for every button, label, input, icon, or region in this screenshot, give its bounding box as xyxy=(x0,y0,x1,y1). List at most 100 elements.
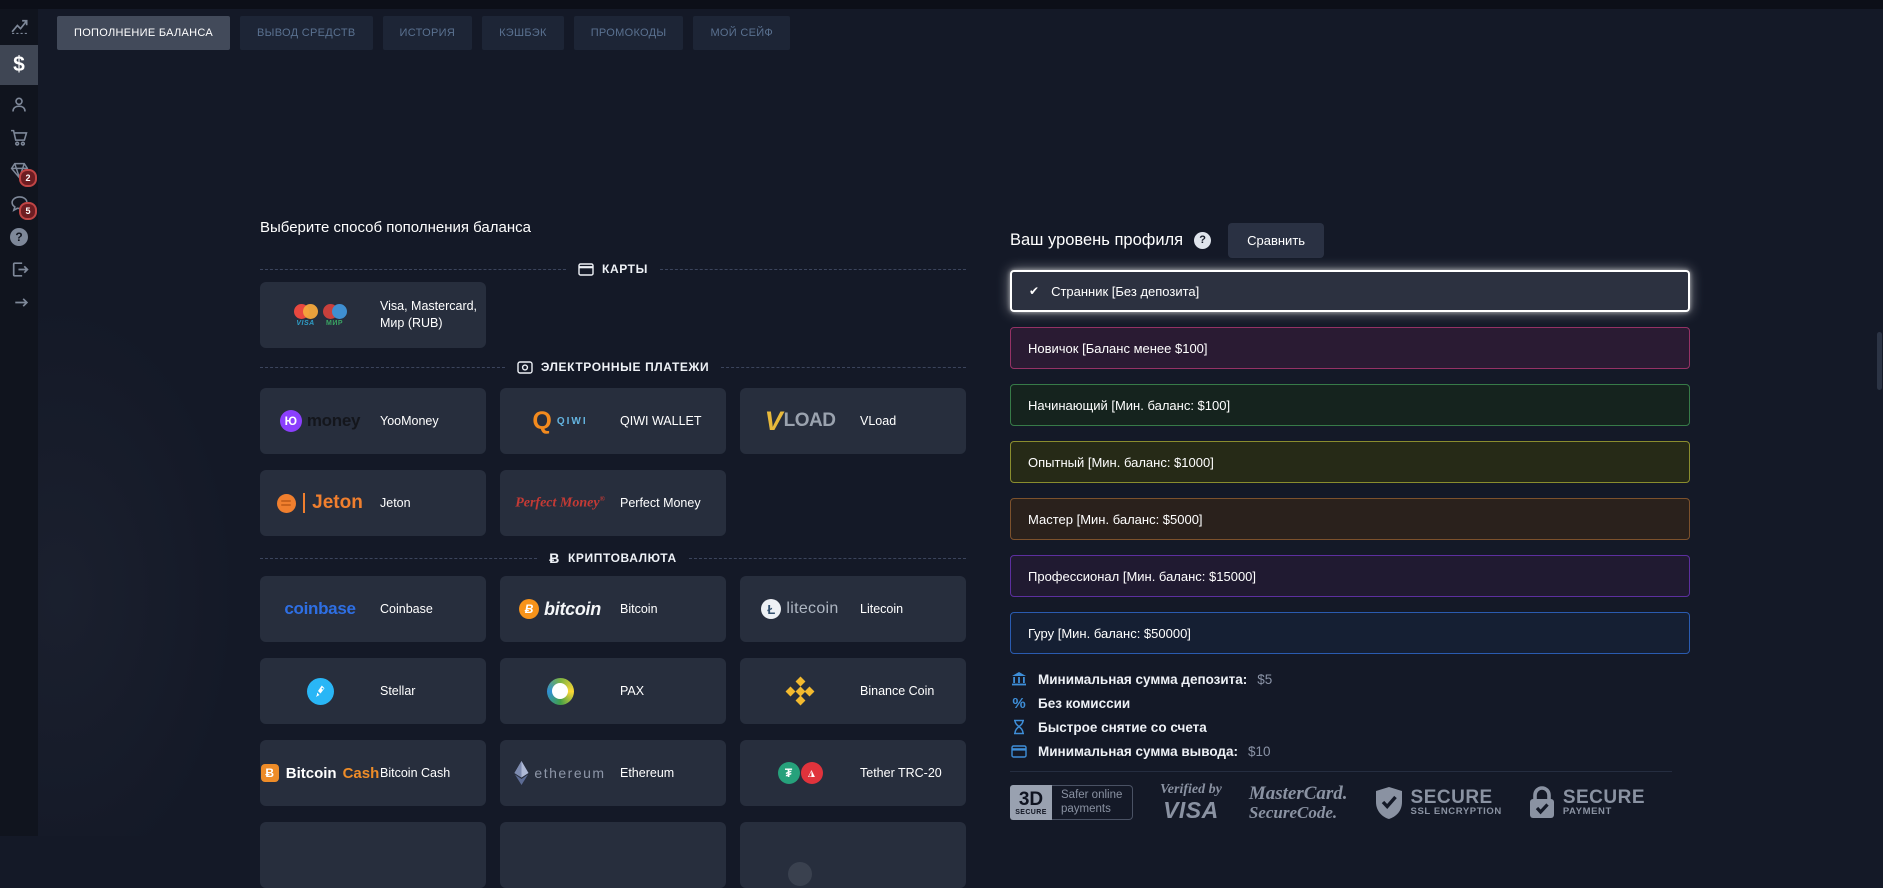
person-icon xyxy=(10,96,28,114)
top-strip xyxy=(0,0,1883,9)
sidebar-item-shop[interactable] xyxy=(0,121,38,154)
sidebar-item-profile[interactable] xyxy=(0,88,38,121)
payment-tile-partial[interactable] xyxy=(500,822,726,888)
info-value: $10 xyxy=(1248,744,1271,759)
badge-verified-by-visa: Verified by VISA xyxy=(1160,783,1222,822)
jeton-logo: Jeton xyxy=(260,492,380,514)
arrow-right-icon xyxy=(10,293,29,312)
info-text: Без комиссии xyxy=(1038,696,1130,711)
tab-cashback[interactable]: КЭШБЭК xyxy=(482,16,564,50)
sidebar-item-bonuses[interactable]: 2 xyxy=(0,154,38,187)
badge-text: SECURE xyxy=(1411,788,1502,808)
profile-level-header: Ваш уровень профиля ? Сравнить xyxy=(1010,222,1324,258)
tab-withdraw[interactable]: ВЫВОД СРЕДСТВ xyxy=(240,16,372,50)
payment-tile-stellar[interactable]: Stellar xyxy=(260,658,486,724)
shield-icon xyxy=(1375,786,1403,820)
perfect-money-logo: Perfect Money® xyxy=(500,495,620,512)
divider-dashes xyxy=(660,269,966,270)
payment-tile-perfect-money[interactable]: Perfect Money® Perfect Money xyxy=(500,470,726,536)
ethereum-logo: ethereum xyxy=(500,761,620,785)
wallet-icon xyxy=(517,361,533,374)
divider-dashes xyxy=(260,558,537,559)
dollar-icon: $ xyxy=(13,53,25,77)
badge-3d-secure: 3D SECURE Safer online payments xyxy=(1010,785,1133,820)
cart-icon xyxy=(10,128,29,147)
section-header-crypto: Ƀ КРИПТОВАЛЮТА xyxy=(260,550,966,566)
section-title-cards: КАРТЫ xyxy=(602,262,648,276)
level-item-strannik[interactable]: ✔ Странник [Без депозита] xyxy=(1010,270,1690,312)
sidebar-item-stats[interactable] xyxy=(0,9,38,42)
qiwi-logo: Q QIWI xyxy=(500,409,620,434)
level-item-professional[interactable]: Профессионал [Мин. баланс: $15000] xyxy=(1010,555,1690,597)
badge-text: MasterCard. xyxy=(1249,784,1348,804)
section-title-electronic: ЭЛЕКТРОННЫЕ ПЛАТЕЖИ xyxy=(541,360,709,374)
info-text: Быстрое снятие со счета xyxy=(1038,720,1207,735)
sidebar-item-collapse[interactable] xyxy=(0,286,38,319)
sidebar-item-logout[interactable] xyxy=(0,253,38,286)
info-row-fast-withdraw: Быстрое снятие со счета xyxy=(1010,715,1690,739)
level-item-master[interactable]: Мастер [Мин. баланс: $5000] xyxy=(1010,498,1690,540)
tab-deposit[interactable]: ПОПОЛНЕНИЕ БАЛАНСА xyxy=(57,16,230,50)
payment-label: Bitcoin xyxy=(620,601,726,618)
tab-history[interactable]: ИСТОРИЯ xyxy=(383,16,473,50)
payment-label: Jeton xyxy=(380,495,486,512)
chart-icon xyxy=(10,16,29,35)
payment-tile-partial[interactable] xyxy=(260,822,486,888)
section-header-cards: КАРТЫ xyxy=(260,262,966,276)
profile-level-title: Ваш уровень профиля xyxy=(1010,231,1183,250)
level-label: Профессионал [Мин. баланс: $15000] xyxy=(1028,569,1256,584)
tab-promocodes[interactable]: ПРОМОКОДЫ xyxy=(574,16,684,50)
payment-tile-qiwi[interactable]: Q QIWI QIWI WALLET xyxy=(500,388,726,454)
bonuses-badge: 2 xyxy=(19,169,37,187)
section-header-electronic: ЭЛЕКТРОННЫЕ ПЛАТЕЖИ xyxy=(260,360,966,374)
payment-tile-coinbase[interactable]: coinbase Coinbase xyxy=(260,576,486,642)
help-icon[interactable]: ? xyxy=(1194,232,1211,249)
ethereum-diamond-icon xyxy=(514,761,529,785)
divider-dashes xyxy=(260,269,566,270)
tether-tron-logo: ₮ ◮ xyxy=(740,762,860,784)
info-row-no-fee: % Без комиссии xyxy=(1010,691,1690,715)
payment-tile-yoomoney[interactable]: Ю money YooMoney xyxy=(260,388,486,454)
payment-tile-binance[interactable]: Binance Coin xyxy=(740,658,966,724)
sidebar-item-help[interactable]: ? xyxy=(0,220,38,253)
payment-tile-partial[interactable] xyxy=(740,822,966,888)
compare-button[interactable]: Сравнить xyxy=(1228,223,1324,258)
payment-tile-vload[interactable]: V LOAD VLoad xyxy=(740,388,966,454)
litecoin-logo: Ł litecoin xyxy=(740,599,860,619)
payment-tile-bitcoin-cash[interactable]: Ƀ BitcoinCash Bitcoin Cash xyxy=(260,740,486,806)
scrollbar-thumb[interactable] xyxy=(1877,332,1882,390)
payment-label: QIWI WALLET xyxy=(620,413,726,430)
level-label: Странник [Без депозита] xyxy=(1051,284,1199,299)
badge-text: SECURE xyxy=(1015,809,1047,816)
payment-label: YooMoney xyxy=(380,413,486,430)
sidebar-item-chat[interactable]: 5 xyxy=(0,187,38,220)
payment-label: PAX xyxy=(620,683,726,700)
info-text: Минимальная сумма депозита: xyxy=(1038,672,1247,687)
badge-caption: Safer online payments xyxy=(1052,785,1133,820)
payment-label: Perfect Money xyxy=(620,495,726,512)
payment-tile-bitcoin[interactable]: Ƀ bitcoin Bitcoin xyxy=(500,576,726,642)
level-label: Новичок [Баланс менее $100] xyxy=(1028,341,1208,356)
payment-tile-pax[interactable]: PAX xyxy=(500,658,726,724)
sidebar-item-balance[interactable]: $ xyxy=(0,45,38,85)
payment-label: Bitcoin Cash xyxy=(380,765,486,782)
payment-tile-tether[interactable]: ₮ ◮ Tether TRC-20 xyxy=(740,740,966,806)
section-title-crypto: КРИПТОВАЛЮТА xyxy=(568,551,677,565)
payment-tile-litecoin[interactable]: Ł litecoin Litecoin xyxy=(740,576,966,642)
level-item-novice[interactable]: Новичок [Баланс менее $100] xyxy=(1010,327,1690,369)
payment-tile-visa-mc-mir[interactable]: VISA МИР Visa, Mastercard, Мир (RUB) xyxy=(260,282,486,348)
electronic-row-1: Ю money YooMoney Q QIWI QIWI WALLET V LO… xyxy=(260,388,966,454)
tab-safe[interactable]: МОЙ СЕЙФ xyxy=(693,16,790,50)
logout-icon xyxy=(10,260,29,279)
payment-tile-jeton[interactable]: Jeton Jeton xyxy=(260,470,486,536)
level-item-guru[interactable]: Гуру [Мин. баланс: $50000] xyxy=(1010,612,1690,654)
crypto-row-4-partial xyxy=(260,822,966,888)
info-text: Минимальная сумма вывода: xyxy=(1038,744,1238,759)
level-item-beginner[interactable]: Начинающий [Мин. баланс: $100] xyxy=(1010,384,1690,426)
hourglass-icon xyxy=(1010,719,1028,735)
crypto-row-1: coinbase Coinbase Ƀ bitcoin Bitcoin Ł li… xyxy=(260,576,966,642)
badge-text: VISA xyxy=(1163,799,1219,822)
payment-tile-ethereum[interactable]: ethereum Ethereum xyxy=(500,740,726,806)
page-title: Выберите способ пополнения баланса xyxy=(260,219,531,236)
level-item-experienced[interactable]: Опытный [Мин. баланс: $1000] xyxy=(1010,441,1690,483)
